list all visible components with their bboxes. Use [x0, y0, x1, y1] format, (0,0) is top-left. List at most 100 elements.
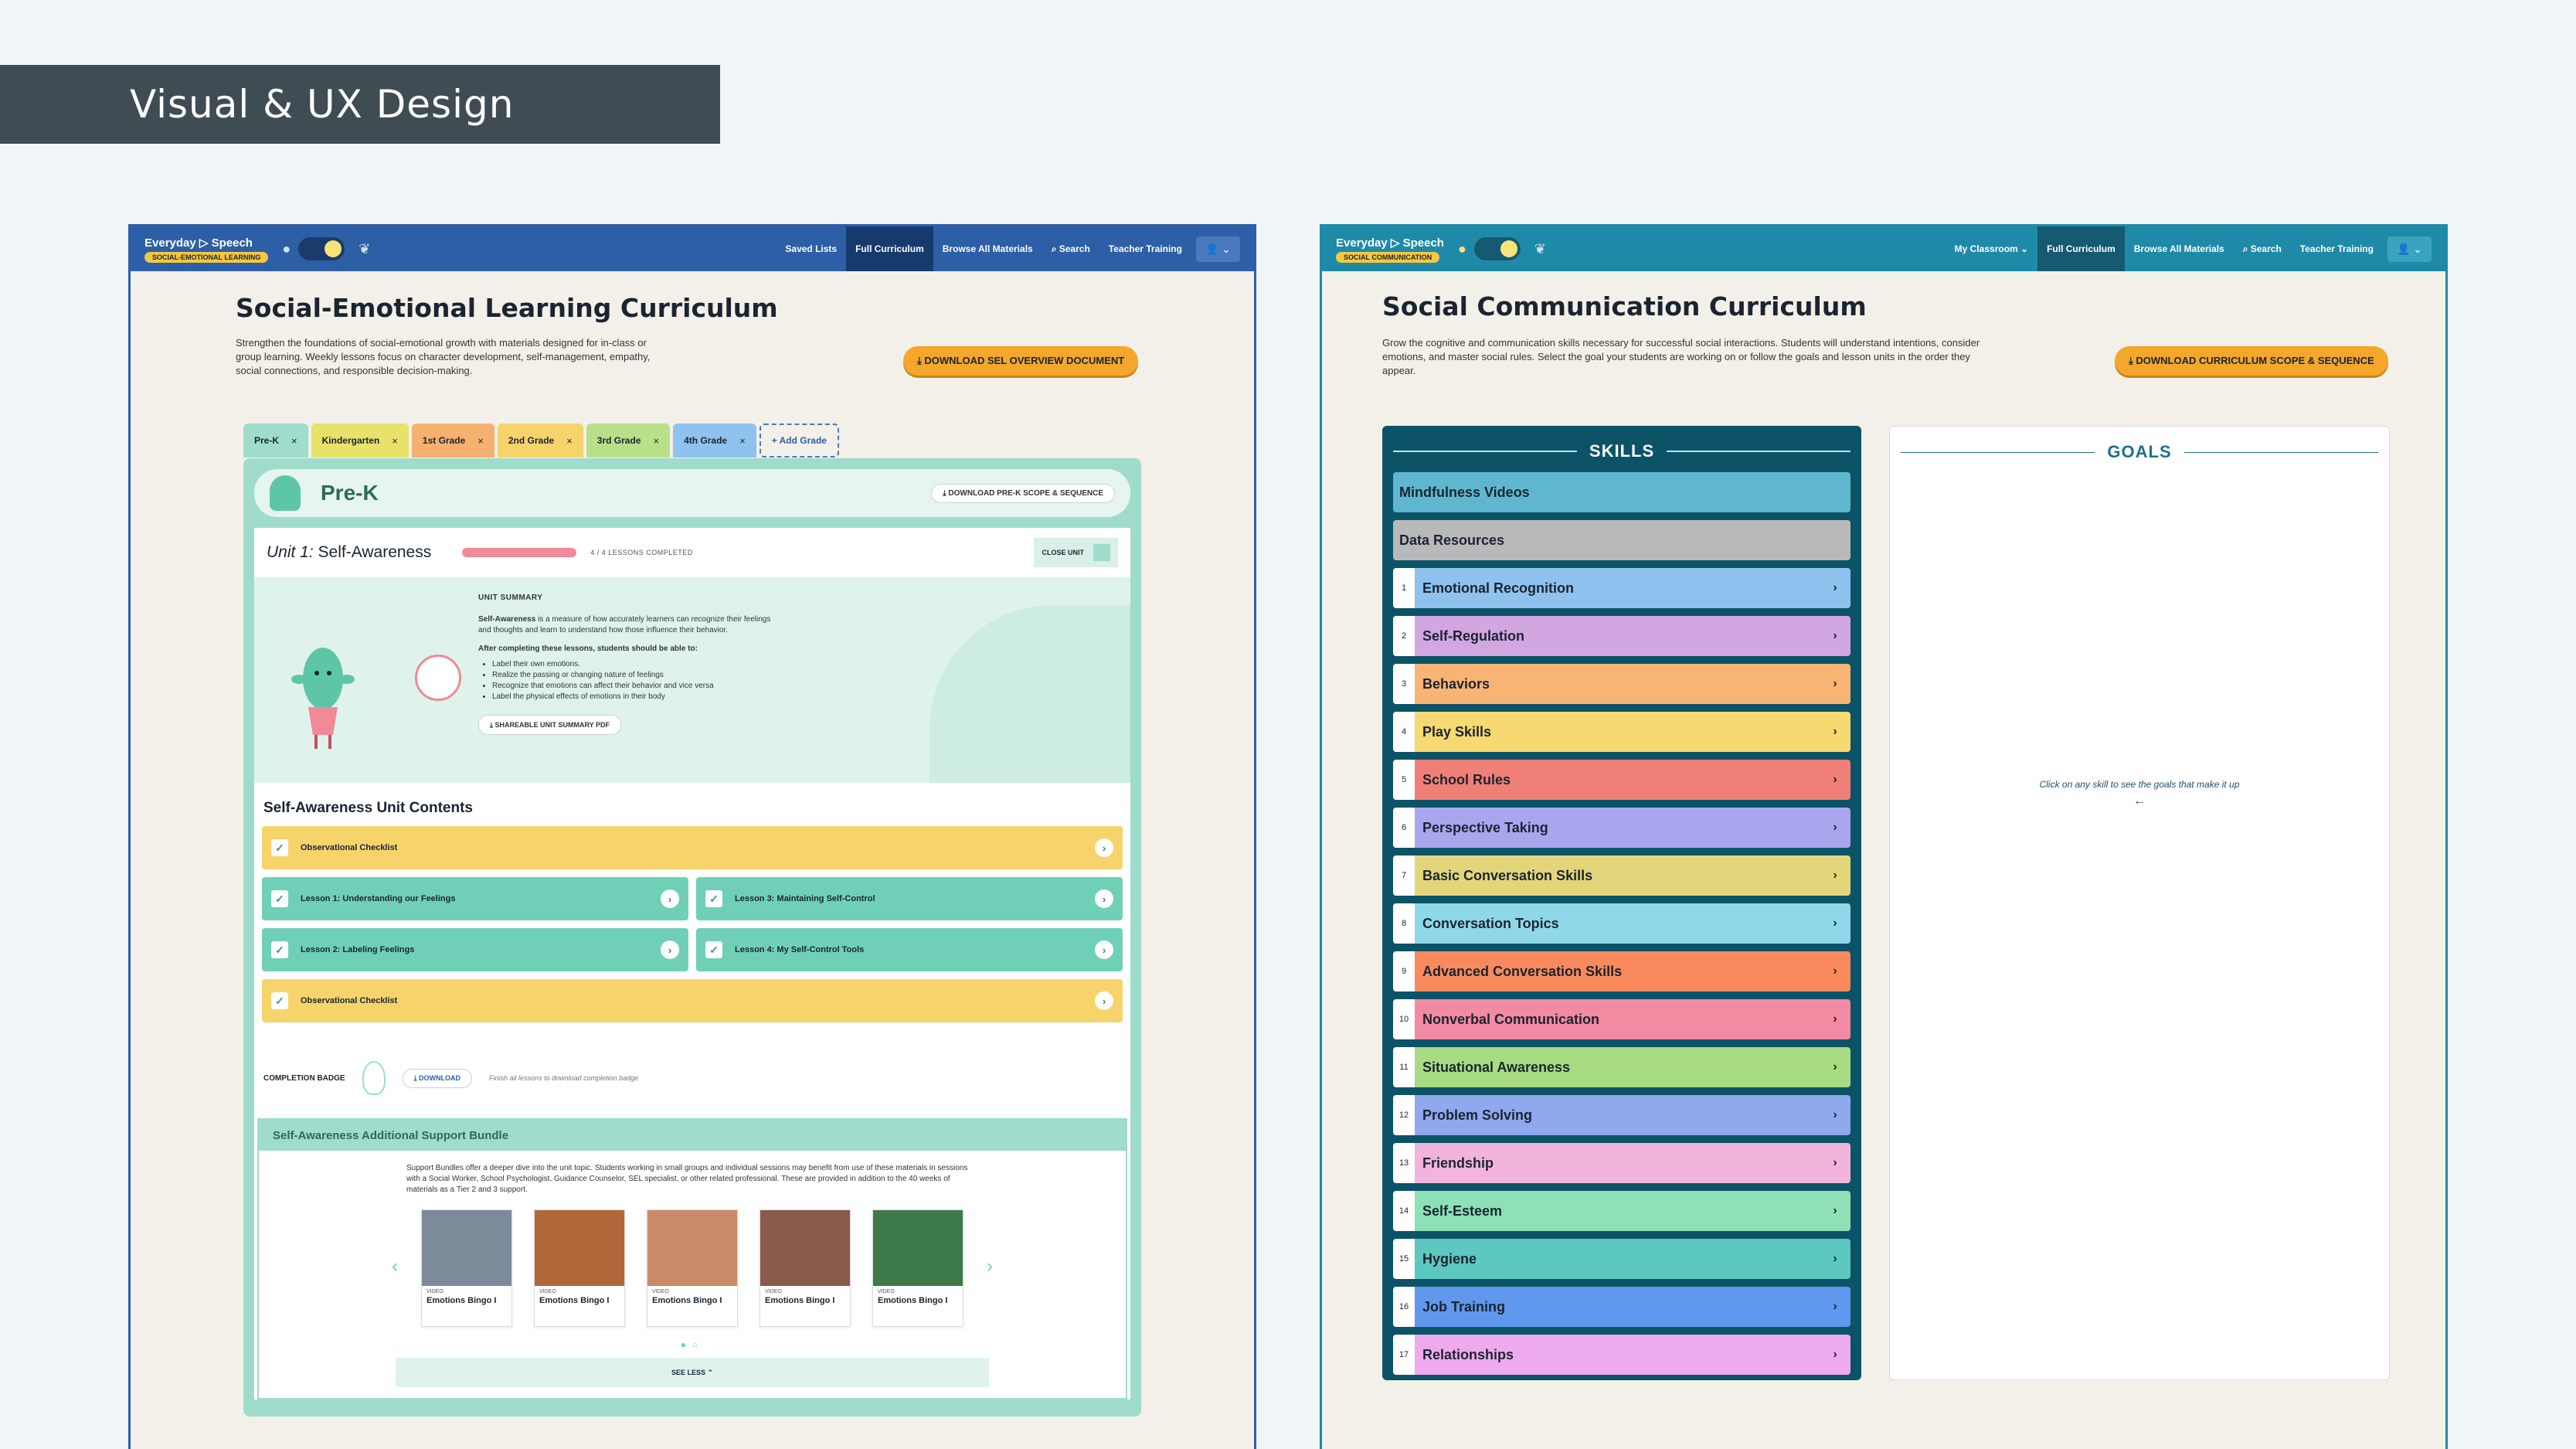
nav-search[interactable]: ⌕ Search	[1042, 226, 1099, 271]
chevron-right-icon: ›	[1833, 1348, 1837, 1361]
skill-item[interactable]: 7 Basic Conversation Skills ›	[1393, 855, 1850, 896]
chevron-right-icon: ›	[661, 940, 679, 959]
add-grade-button[interactable]: + Add Grade	[759, 423, 839, 457]
user-menu-button[interactable]: 👤 ⌄	[1195, 236, 1240, 262]
grade-tab[interactable]: 4th Grade ×	[673, 423, 756, 457]
carousel-prev-icon[interactable]: ‹	[392, 1256, 398, 1277]
lesson-item[interactable]: ✓ Lesson 4: My Self-Control Tools ›	[696, 928, 1123, 971]
lesson-item[interactable]: ✓ Lesson 3: Maintaining Self-Control ›	[696, 877, 1123, 920]
bundle-title[interactable]: Self-Awareness Additional Support Bundle	[259, 1120, 1126, 1151]
grade-tab[interactable]: 2nd Grade ×	[497, 423, 583, 457]
cactus-illustration-icon	[291, 648, 355, 749]
video-card[interactable]: VIDEO Emotions Bingo I	[647, 1209, 738, 1327]
skills-panel: SKILLS Mindfulness Videos Data Resources 1…	[1382, 426, 1861, 1380]
close-unit-button[interactable]: CLOSE UNIT	[1034, 538, 1118, 567]
nav-saved-lists[interactable]: Saved Lists	[776, 226, 846, 271]
close-icon[interactable]: ×	[739, 435, 746, 447]
lesson-item[interactable]: ✓ Lesson 2: Labeling Feelings ›	[262, 928, 688, 971]
close-icon[interactable]: ×	[291, 435, 297, 447]
close-icon[interactable]: ×	[392, 435, 398, 447]
skill-item[interactable]: 5 School Rules ›	[1393, 760, 1850, 800]
unit-summary: UNIT SUMMARY Self-Awareness is a measure…	[254, 577, 1130, 783]
video-card[interactable]: VIDEO Emotions Bingo I	[760, 1209, 851, 1327]
close-icon[interactable]: ×	[566, 435, 573, 447]
download-sel-overview-button[interactable]: ⤓ DOWNLOAD SEL OVERVIEW DOCUMENT	[903, 346, 1139, 376]
skill-item[interactable]: 12 Problem Solving ›	[1393, 1095, 1850, 1135]
grade-tab[interactable]: 3rd Grade ×	[586, 423, 671, 457]
download-scope-sequence-button[interactable]: ⤓ DOWNLOAD CURRICULUM SCOPE & SEQUENCE	[2115, 346, 2388, 376]
video-thumbnail	[760, 1210, 850, 1286]
sprout-icon[interactable]: ❦	[359, 241, 370, 257]
skill-label: Data Resources	[1399, 532, 1505, 548]
skill-item[interactable]: 17 Relationships ›	[1393, 1335, 1850, 1375]
nav-full-curriculum[interactable]: Full Curriculum	[2037, 226, 2125, 271]
skill-item[interactable]: 2 Self-Regulation ›	[1393, 616, 1850, 656]
lesson-item[interactable]: ✓ Observational Checklist ›	[262, 826, 1123, 869]
grade-tab-label: 1st Grade	[422, 435, 466, 446]
skill-item[interactable]: 13 Friendship ›	[1393, 1143, 1850, 1183]
theme-toggle[interactable]	[1473, 237, 1521, 260]
social-communication-window: Everyday ▷ Speech SOCIAL COMMUNICATION ●…	[1320, 224, 2448, 1449]
nav-teacher-training[interactable]: Teacher Training	[1099, 226, 1191, 271]
skill-item[interactable]: 8 Conversation Topics ›	[1393, 903, 1850, 944]
see-less-button[interactable]: SEE LESS ⌃	[396, 1358, 989, 1387]
video-card[interactable]: VIDEO Emotions Bingo I	[534, 1209, 625, 1327]
nav-browse-materials[interactable]: Browse All Materials	[933, 226, 1042, 271]
nav-search[interactable]: ⌕ Search	[2234, 226, 2291, 271]
skill-item[interactable]: 6 Perspective Taking ›	[1393, 808, 1850, 848]
lesson-item[interactable]: ✓ Observational Checklist ›	[262, 979, 1123, 1022]
close-icon[interactable]: ×	[654, 435, 660, 447]
grade-tab[interactable]: 1st Grade ×	[411, 423, 494, 457]
skill-item[interactable]: 9 Advanced Conversation Skills ›	[1393, 951, 1850, 992]
video-title: Emotions Bingo I	[652, 1296, 722, 1305]
chat-icon[interactable]: ●	[1458, 241, 1466, 257]
carousel-next-icon[interactable]: ›	[987, 1256, 993, 1277]
skill-label: Self-Regulation	[1422, 628, 1525, 644]
chevron-right-icon: ›	[1095, 838, 1113, 857]
grade-tab[interactable]: Pre-K ×	[243, 423, 308, 457]
sprout-icon[interactable]: ❦	[1534, 241, 1546, 257]
shareable-pdf-button[interactable]: ⤓ SHAREABLE UNIT SUMMARY PDF	[478, 715, 621, 735]
video-card[interactable]: VIDEO Emotions Bingo I	[872, 1209, 963, 1327]
nav-my-classroom[interactable]: My Classroom ⌄	[1946, 226, 2037, 271]
carousel-dots[interactable]: ●○	[259, 1339, 1126, 1350]
close-icon[interactable]: ×	[477, 435, 484, 447]
logo[interactable]: Everyday ▷ Speech SOCIAL-EMOTIONAL LEARN…	[144, 236, 269, 263]
download-badge-button[interactable]: ⤓ DOWNLOAD	[402, 1068, 473, 1088]
skill-item[interactable]: 1 Emotional Recognition ›	[1393, 568, 1850, 608]
skill-number: 1	[1393, 568, 1415, 608]
skill-item[interactable]: 11 Situational Awareness ›	[1393, 1047, 1850, 1087]
skill-label: Mindfulness Videos	[1399, 484, 1530, 500]
video-card[interactable]: VIDEO Emotions Bingo I	[421, 1209, 512, 1327]
nav-browse-materials[interactable]: Browse All Materials	[2125, 226, 2234, 271]
chevron-right-icon: ›	[1833, 725, 1837, 738]
chat-icon[interactable]: ●	[282, 241, 291, 257]
skill-number: 16	[1393, 1287, 1415, 1327]
skill-item[interactable]: Mindfulness Videos	[1393, 472, 1850, 512]
skill-item[interactable]: 10 Nonverbal Communication ›	[1393, 999, 1850, 1039]
chevron-right-icon: ›	[1095, 940, 1113, 959]
lesson-row: ✓ Lesson 1: Understanding our Feelings › ✓ L…	[262, 877, 1123, 920]
unit-bar: Unit 1: Self-Awareness 4 / 4 LESSONS COM…	[254, 528, 1130, 577]
lesson-item[interactable]: ✓ Lesson 1: Understanding our Feelings ›	[262, 877, 688, 920]
brain-badge-icon	[415, 655, 461, 701]
video-tag: VIDEO	[539, 1289, 556, 1294]
grade-tab[interactable]: Kindergarten ×	[311, 423, 409, 457]
user-menu-button[interactable]: 👤 ⌄	[2387, 236, 2432, 262]
nav-full-curriculum[interactable]: Full Curriculum	[846, 226, 933, 271]
skill-number: 15	[1393, 1239, 1415, 1279]
skill-label: Friendship	[1422, 1155, 1494, 1171]
skill-item[interactable]: 14 Self-Esteem ›	[1393, 1191, 1850, 1231]
skill-item[interactable]: 15 Hygiene ›	[1393, 1239, 1850, 1279]
skill-item[interactable]: 4 Play Skills ›	[1393, 712, 1850, 752]
skill-item[interactable]: 16 Job Training ›	[1393, 1287, 1850, 1327]
chevron-right-icon: ›	[1833, 1108, 1837, 1121]
download-scope-button[interactable]: ⤓ DOWNLOAD PRE-K SCOPE & SEQUENCE	[931, 483, 1115, 503]
chevron-right-icon: ›	[1833, 1300, 1837, 1313]
skill-item[interactable]: 3 Behaviors ›	[1393, 664, 1850, 704]
logo[interactable]: Everyday ▷ Speech SOCIAL COMMUNICATION	[1336, 236, 1444, 263]
theme-toggle[interactable]	[298, 237, 345, 260]
checkbox-icon: ✓	[271, 941, 288, 958]
skill-item[interactable]: Data Resources	[1393, 520, 1850, 560]
nav-teacher-training[interactable]: Teacher Training	[2291, 226, 2383, 271]
